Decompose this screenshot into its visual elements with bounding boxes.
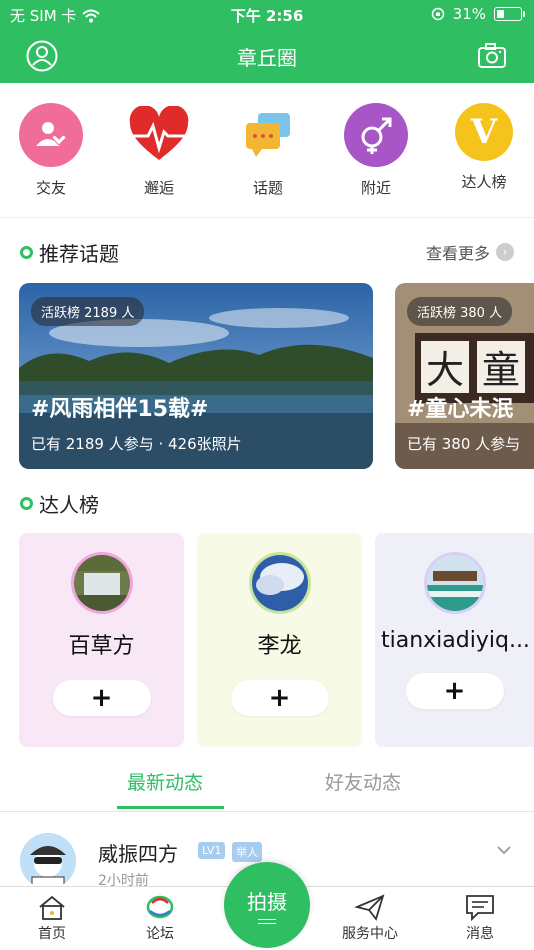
topic-title: #风雨相伴15载# [31, 397, 209, 422]
section-title: 达人榜 [39, 493, 99, 517]
quick-action-friends[interactable]: 交友 [13, 103, 89, 198]
avatar [423, 552, 486, 614]
section-header-experts: 达人榜 [20, 489, 99, 518]
nav-item-service[interactable]: 服务中心 [342, 893, 398, 943]
topic-card[interactable]: 大 童 活跃榜 380 人 #童心未泯 已有 380 人参与 [395, 283, 534, 469]
heartbeat-icon [127, 103, 191, 167]
section-header-recommended: 推荐话题 [20, 238, 119, 267]
nav-label: 论坛 [146, 926, 174, 942]
chevron-down-icon[interactable] [496, 842, 512, 858]
top-navbar: 章丘圈 [0, 30, 534, 83]
quick-action-label: 达人榜 [461, 173, 507, 191]
topic-chat-icon [236, 103, 300, 167]
svg-text:大: 大 [426, 348, 464, 392]
expert-name: 百草方 [68, 634, 135, 659]
follow-button[interactable]: + [230, 680, 329, 716]
follow-button[interactable]: + [52, 680, 151, 716]
friends-icon [19, 103, 83, 167]
view-more-link[interactable]: 查看更多 › [426, 240, 514, 264]
quick-action-topic[interactable]: 话题 [230, 103, 306, 198]
expert-card[interactable]: tianxiadiyiq... + [375, 533, 534, 747]
level-badge: LV1 [198, 842, 226, 859]
tab-latest[interactable]: 最新动态 [127, 768, 203, 795]
orientation-lock-icon [431, 7, 444, 21]
topic-subtitle: 已有 380 人参与 [407, 435, 521, 453]
page-title: 章丘圈 [237, 46, 297, 70]
quick-actions: 交友 邂逅 话题 附近 V 达人榜 [0, 83, 534, 218]
expert-card[interactable]: 百草方 + [19, 533, 184, 747]
tab-friends[interactable]: 好友动态 [325, 768, 401, 795]
battery-percent: 31% [452, 5, 486, 23]
forum-icon [146, 895, 174, 919]
message-icon [466, 895, 494, 921]
section-title: 推荐话题 [39, 242, 119, 266]
shoot-label: 拍摄 [247, 890, 287, 914]
status-bar: 无 SIM 卡 下午 2:56 31% [0, 0, 534, 30]
menu-lines-icon [258, 919, 276, 924]
quick-action-label: 邂逅 [143, 179, 174, 197]
role-badge: 举人 [232, 842, 262, 862]
quick-action-experts[interactable]: V 达人榜 [446, 103, 522, 192]
nav-label: 首页 [38, 926, 66, 942]
follow-button[interactable]: + [405, 673, 504, 709]
paper-plane-icon [354, 894, 385, 921]
home-icon [39, 895, 65, 920]
chevron-right-icon: › [496, 243, 514, 261]
quick-action-label: 交友 [35, 179, 66, 197]
battery-icon [494, 7, 525, 21]
gender-icon [344, 103, 408, 167]
quick-action-nearby[interactable]: 附近 [338, 103, 414, 198]
section-dot-icon [20, 497, 33, 510]
quick-action-label: 附近 [360, 179, 391, 197]
topic-card[interactable]: 活跃榜 2189 人 #风雨相伴15载# 已有 2189 人参与 · 426张照… [19, 283, 373, 469]
avatar [248, 552, 311, 614]
quick-action-encounter[interactable]: 邂逅 [121, 103, 197, 198]
nav-item-home[interactable]: 首页 [36, 893, 68, 943]
v-badge-icon: V [455, 103, 513, 161]
nav-label: 服务中心 [342, 926, 398, 942]
svg-text:童: 童 [482, 348, 520, 392]
avatar[interactable] [20, 833, 76, 889]
post-author[interactable]: 威振四方 [98, 838, 178, 867]
view-more-label: 查看更多 [425, 244, 490, 263]
tab-indicator [117, 806, 224, 809]
quick-action-label: 话题 [252, 179, 283, 197]
nav-label: 消息 [466, 926, 494, 942]
feed-tabs: 最新动态 好友动态 [0, 760, 534, 812]
section-dot-icon [20, 246, 33, 259]
topic-badge: 活跃榜 380 人 [407, 297, 513, 326]
topic-badge: 活跃榜 2189 人 [31, 297, 145, 326]
avatar [70, 552, 133, 614]
expert-name: tianxiadiyiq... [381, 628, 530, 653]
nav-item-messages[interactable]: 消息 [464, 893, 496, 943]
expert-card[interactable]: 李龙 + [197, 533, 362, 747]
topic-title: #童心未泯 [407, 397, 514, 422]
expert-name: 李龙 [257, 634, 302, 659]
shoot-button[interactable]: 拍摄 [224, 862, 310, 948]
nav-item-forum[interactable]: 论坛 [144, 893, 176, 943]
topic-subtitle: 已有 2189 人参与 · 426张照片 [31, 435, 242, 453]
camera-icon[interactable] [476, 40, 508, 72]
